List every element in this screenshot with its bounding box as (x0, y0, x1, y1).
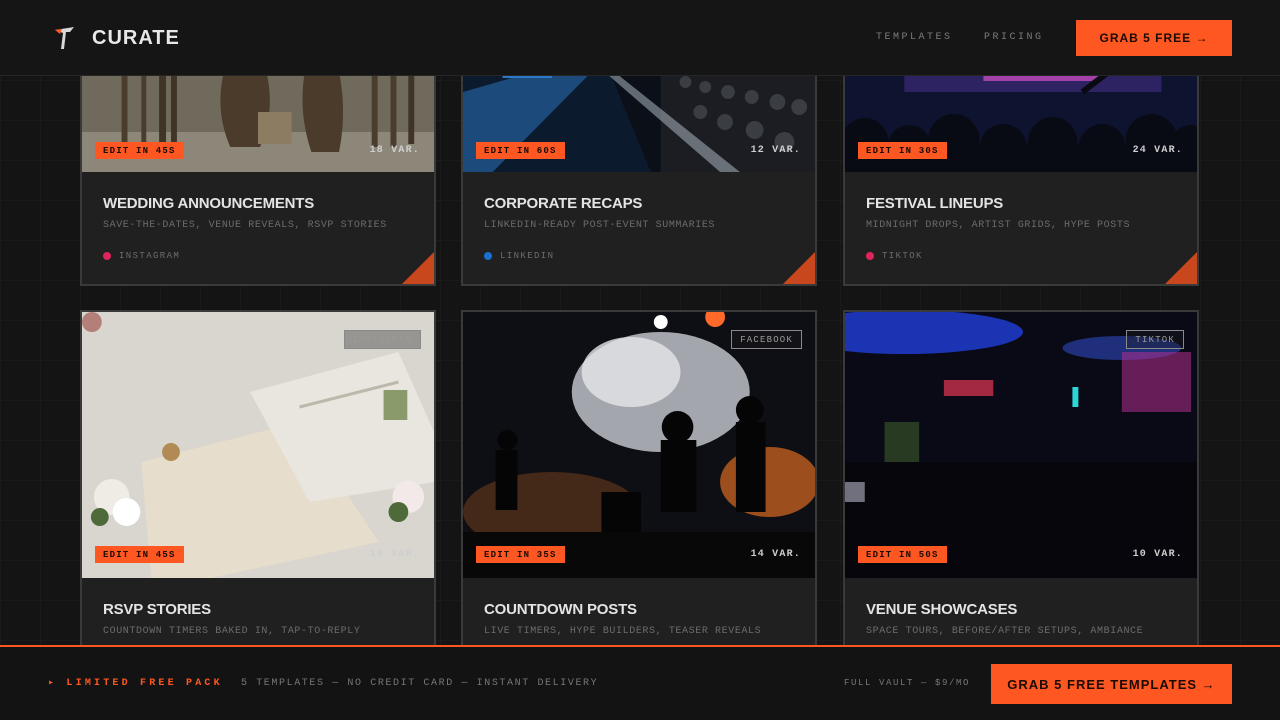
template-card-festival[interactable]: EDIT IN 30S 24 VAR. FESTIVAL LINEUPS MID… (843, 50, 1199, 286)
variation-count: 10 VAR. (1132, 549, 1183, 560)
corner-accent (402, 252, 434, 284)
card-platform: INSTAGRAM (103, 251, 180, 261)
platform-dot (866, 252, 874, 260)
template-card-corporate[interactable]: EDIT IN 60S 12 VAR. CORPORATE RECAPS LIN… (461, 50, 817, 286)
limited-pack-label: ▸ LIMITED FREE PACK (48, 678, 223, 689)
platform-tag: INSTAGRAM (343, 330, 421, 349)
card-subtitle: LIVE TIMERS, HYPE BUILDERS, TEASER REVEA… (484, 626, 762, 637)
variation-count: 14 VAR. (750, 549, 801, 560)
card-title: FESTIVAL LINEUPS (866, 195, 1004, 212)
card-subtitle: SPACE TOURS, BEFORE/AFTER SETUPS, AMBIAN… (866, 626, 1144, 637)
variation-count: 12 VAR. (750, 145, 801, 156)
card-title: CORPORATE RECAPS (484, 195, 643, 212)
grab-free-templates-button[interactable]: GRAB 5 FREE TEMPLATES → (991, 664, 1232, 704)
platform-tag: FACEBOOK (731, 330, 802, 349)
corner-accent (783, 252, 815, 284)
edit-time-badge: EDIT IN 60S (476, 142, 565, 159)
card-subtitle: SAVE-THE-DATES, VENUE REVEALS, RSVP STOR… (103, 220, 387, 231)
variation-count: 18 VAR. (369, 145, 420, 156)
card-title: COUNTDOWN POSTS (484, 601, 637, 618)
template-card-venue[interactable]: TIKTOK EDIT IN 50S 10 VAR. VENUE SHOWCAS… (843, 310, 1199, 670)
platform-tag: TIKTOK (1126, 330, 1184, 349)
card-title: RSVP STORIES (103, 601, 211, 618)
offer-description: 5 TEMPLATES — NO CREDIT CARD — INSTANT D… (241, 678, 599, 689)
platform-dot (484, 252, 492, 260)
card-platform: TIKTOK (866, 251, 923, 261)
edit-time-badge: EDIT IN 35S (476, 546, 565, 563)
template-card-wedding[interactable]: EDIT IN 45S 18 VAR. WEDDING ANNOUNCEMENT… (80, 50, 436, 286)
corner-accent (1165, 252, 1197, 284)
card-image (845, 312, 1197, 578)
card-title: WEDDING ANNOUNCEMENTS (103, 195, 315, 212)
variation-count: 16 VAR. (369, 549, 420, 560)
card-subtitle: COUNTDOWN TIMERS BAKED IN, TAP-TO-REPLY (103, 626, 361, 637)
logo-text: CURATE (92, 26, 180, 49)
card-platform: LINKEDIN (484, 251, 554, 261)
logo-icon (55, 27, 74, 49)
nav-pricing[interactable]: PRICING (984, 32, 1044, 43)
template-card-rsvp[interactable]: INSTAGRAM EDIT IN 45S 16 VAR. RSVP STORI… (80, 310, 436, 670)
logo[interactable]: CURATE (52, 25, 180, 51)
top-header: CURATE TEMPLATES PRICING GRAB 5 FREE → (0, 0, 1280, 76)
platform-label: LINKEDIN (500, 251, 555, 261)
platform-label: INSTAGRAM (119, 251, 181, 261)
grab-free-button[interactable]: GRAB 5 FREE → (1076, 20, 1232, 56)
platform-label: TIKTOK (882, 251, 923, 261)
edit-time-badge: EDIT IN 45S (95, 546, 184, 563)
nav-templates[interactable]: TEMPLATES (876, 32, 953, 43)
card-image (463, 312, 815, 578)
edit-time-badge: EDIT IN 45S (95, 142, 184, 159)
card-title: VENUE SHOWCASES (866, 601, 1018, 618)
edit-time-badge: EDIT IN 50S (858, 546, 947, 563)
template-card-countdown[interactable]: FACEBOOK EDIT IN 35S 14 VAR. COUNTDOWN P… (461, 310, 817, 670)
card-subtitle: LINKEDIN-READY POST-EVENT SUMMARIES (484, 220, 716, 231)
card-image (82, 312, 434, 578)
platform-dot (103, 252, 111, 260)
vault-price: FULL VAULT — $9/MO (844, 678, 971, 688)
sticky-offer-bar: ▸ LIMITED FREE PACK 5 TEMPLATES — NO CRE… (0, 645, 1280, 720)
variation-count: 24 VAR. (1132, 145, 1183, 156)
edit-time-badge: EDIT IN 30S (858, 142, 947, 159)
card-subtitle: MIDNIGHT DROPS, ARTIST GRIDS, HYPE POSTS (866, 220, 1131, 231)
